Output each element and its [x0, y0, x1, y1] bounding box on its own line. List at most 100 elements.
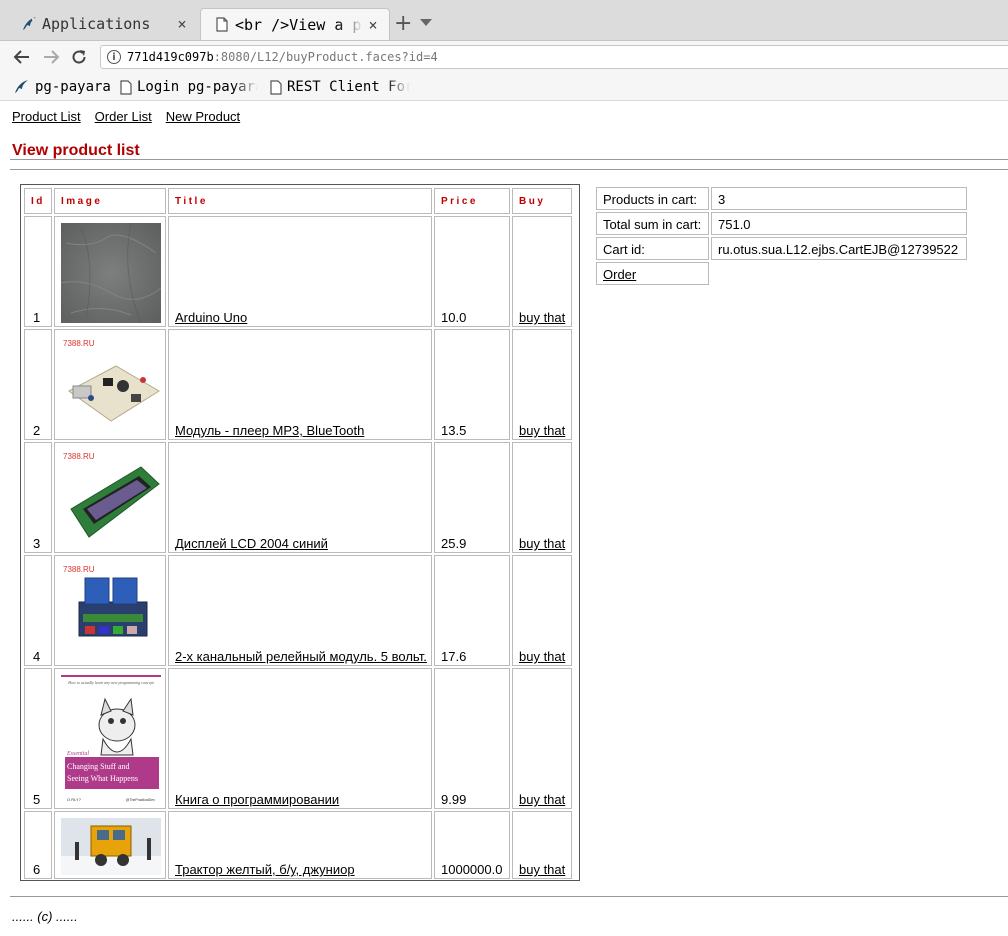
page-title: View product list [12, 142, 140, 159]
bookmark-label: REST Client For [287, 79, 410, 95]
new-tab-button[interactable]: + [394, 13, 412, 35]
nav-order-list[interactable]: Order List [95, 109, 152, 124]
divider [10, 159, 1008, 160]
buy-that-link[interactable]: buy that [519, 310, 565, 325]
close-tab-icon[interactable]: × [363, 16, 383, 34]
cart-row: Products in cart: 3 [596, 187, 967, 210]
product-title-link[interactable]: Дисплей LCD 2004 синий [175, 536, 328, 551]
forward-arrow-icon[interactable] [40, 46, 62, 68]
cell-title: Модуль - плеер MP3, BlueTooth [168, 329, 432, 440]
table-row: 5 How to actually learn any new programm… [24, 668, 572, 809]
product-title-link[interactable]: Трактор желтый, б/у, джуниор [175, 862, 355, 877]
cell-id: 2 [24, 329, 52, 440]
close-tab-icon[interactable]: × [172, 15, 192, 33]
payara-fish-icon [12, 78, 30, 96]
tab-applications[interactable]: Applications × [8, 8, 198, 40]
reload-icon[interactable] [68, 46, 90, 68]
cell-image: How to actually learn any new programmin… [54, 668, 166, 809]
book-publisher-text: O RLY? [67, 797, 82, 802]
cart-sum-label: Total sum in cart: [596, 212, 709, 235]
column-header-buy: Buy [512, 188, 572, 214]
column-header-price: Price [434, 188, 510, 214]
cell-price: 9.99 [434, 668, 510, 809]
watermark-text: 7388.RU [63, 565, 95, 574]
product-title-link[interactable]: Модуль - плеер MP3, BlueTooth [175, 423, 364, 438]
divider [10, 896, 1008, 897]
product-image-mp3-module: 7388.RU [61, 336, 161, 436]
order-link[interactable]: Order [603, 267, 636, 282]
buy-that-link[interactable]: buy that [519, 792, 565, 807]
cell-title: Дисплей LCD 2004 синий [168, 442, 432, 553]
buy-that-link[interactable]: buy that [519, 649, 565, 664]
cart-sum-value: 751.0 [711, 212, 967, 235]
cart-products-label: Products in cart: [596, 187, 709, 210]
bookmark-label: pg-payara [35, 79, 111, 95]
document-icon [120, 79, 132, 95]
cell-buy: buy that [512, 442, 572, 553]
cell-buy: buy that [512, 216, 572, 327]
nav-new-product[interactable]: New Product [166, 109, 240, 124]
cell-title: Трактор желтый, б/у, джуниор [168, 811, 432, 879]
table-row: 6 Трактор желтый, б/у, джуниор 1000000.0… [24, 811, 572, 879]
divider [10, 169, 1008, 170]
bookmark-login-pg-payara[interactable]: Login pg-payara [120, 77, 258, 97]
buy-that-link[interactable]: buy that [519, 536, 565, 551]
cell-image [54, 216, 166, 327]
back-arrow-icon[interactable] [11, 46, 33, 68]
product-table: Id Image Title Price Buy 1 Arduino Uno 1… [22, 186, 574, 881]
cell-price: 25.9 [434, 442, 510, 553]
book-top-text: How to actually learn any new programmin… [67, 680, 154, 685]
cell-image: 7388.RU [54, 555, 166, 666]
book-label-text: Essential [66, 751, 89, 757]
url-host: 771d419c097b [127, 50, 214, 64]
cell-buy: buy that [512, 811, 572, 879]
product-image-tractor [61, 818, 161, 875]
column-header-id: Id [24, 188, 52, 214]
table-row: 3 7388.RU Дисплей LCD 2004 синий 25.9 bu… [24, 442, 572, 553]
cell-price: 13.5 [434, 329, 510, 440]
cell-buy: buy that [512, 329, 572, 440]
table-row: 4 7388.RU 2-х канальный релейный модуль.… [24, 555, 572, 666]
column-header-image: Image [54, 188, 166, 214]
empty-cell [711, 262, 967, 285]
cell-image: 7388.RU [54, 329, 166, 440]
url-path: :8080/L12/buyProduct.faces?id=4 [213, 50, 438, 64]
bookmarks-bar: pg-payara Login pg-payara REST Client Fo… [0, 73, 1008, 101]
cart-row: Order [596, 262, 967, 285]
cell-price: 1000000.0 [434, 811, 510, 879]
cell-price: 10.0 [434, 216, 510, 327]
product-title-link[interactable]: Arduino Uno [175, 310, 247, 325]
cell-id: 1 [24, 216, 52, 327]
book-author-text: @ThePracticalDev [126, 798, 155, 802]
nav-product-list[interactable]: Product List [12, 109, 81, 124]
product-title-link[interactable]: Книга о программировании [175, 792, 339, 807]
bookmark-pg-payara[interactable]: pg-payara [12, 77, 112, 97]
cart-order-cell: Order [596, 262, 709, 285]
cell-image: 7388.RU [54, 442, 166, 553]
table-header-row: Id Image Title Price Buy [24, 188, 572, 214]
tab-view-product-list[interactable]: <br />View a product list × [200, 8, 390, 40]
document-icon [270, 79, 282, 95]
cell-buy: buy that [512, 668, 572, 809]
payara-fish-icon [20, 15, 38, 33]
cell-id: 5 [24, 668, 52, 809]
cart-row: Cart id: ru.otus.sua.L12.ejbs.CartEJB@12… [596, 237, 967, 260]
navigation-toolbar: i 771d419c097b:8080/L12/buyProduct.faces… [0, 41, 1008, 73]
book-title-text: Seeing What Happens [67, 774, 138, 783]
cell-title: Книга о программировании [168, 668, 432, 809]
cart-row: Total sum in cart: 751.0 [596, 212, 967, 235]
watermark-text: 7388.RU [63, 339, 95, 348]
document-icon [213, 16, 231, 34]
cell-price: 17.6 [434, 555, 510, 666]
bookmark-rest-client[interactable]: REST Client For [270, 77, 410, 97]
product-title-link[interactable]: 2-х канальный релейный модуль. 5 вольт. [175, 649, 427, 664]
cell-id: 3 [24, 442, 52, 553]
site-info-icon[interactable]: i [107, 50, 121, 64]
tab-list-dropdown-icon[interactable] [420, 19, 432, 26]
product-image-book: How to actually learn any new programmin… [61, 675, 161, 805]
buy-that-link[interactable]: buy that [519, 862, 565, 877]
product-image-lcd-display: 7388.RU [61, 449, 161, 549]
tab-title: Applications [42, 15, 151, 33]
address-bar[interactable]: i 771d419c097b:8080/L12/buyProduct.faces… [100, 45, 1008, 69]
buy-that-link[interactable]: buy that [519, 423, 565, 438]
